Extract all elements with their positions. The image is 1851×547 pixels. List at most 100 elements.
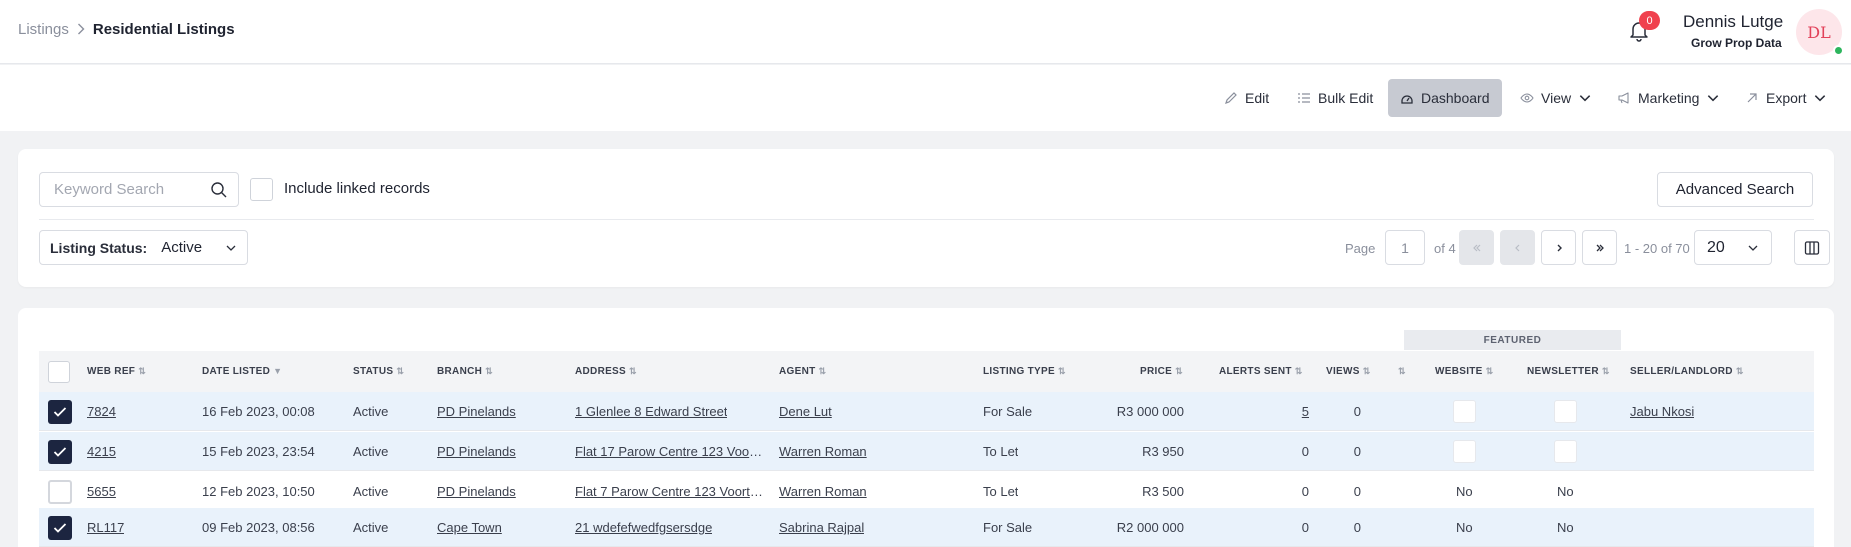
columns-toggle-button[interactable] (1794, 230, 1830, 265)
table-row[interactable]: 5655 12 Feb 2023, 10:50 Active PD Pinela… (39, 472, 1814, 511)
col-listing-type[interactable]: LISTING TYPE ⇅ (983, 366, 1066, 377)
web-ref-link[interactable]: 5655 (87, 484, 116, 499)
status: Active (353, 444, 389, 459)
keyword-search-input[interactable] (54, 173, 204, 206)
col-price[interactable]: PRICE ⇅ (1140, 366, 1183, 377)
view-dropdown[interactable]: View (1508, 79, 1604, 117)
col-status[interactable]: STATUS ⇅ (353, 366, 404, 377)
row-checkbox[interactable] (48, 480, 72, 504)
web-ref-link[interactable]: RL117 (87, 520, 124, 535)
breadcrumb: Listings Residential Listings (18, 21, 235, 38)
col-alerts-sent[interactable]: ALERTS SENT ⇅ (1219, 366, 1303, 377)
dashboard-button[interactable]: Dashboard (1388, 79, 1502, 117)
branch-link[interactable]: PD Pinelands (437, 404, 516, 419)
columns-icon (1804, 240, 1820, 255)
page-total: of 4 (1434, 241, 1456, 256)
status: Active (353, 404, 389, 419)
date-listed: 09 Feb 2023, 08:56 (202, 520, 315, 535)
user-name: Dennis Lutge (1683, 12, 1784, 31)
per-page-select[interactable]: 20 (1694, 230, 1772, 265)
col-date-listed[interactable]: DATE LISTED ▼ (202, 366, 282, 377)
row-checkbox[interactable] (48, 400, 72, 424)
advanced-search-button[interactable]: Advanced Search (1657, 172, 1813, 207)
newsletter-featured-checkbox[interactable] (1554, 440, 1577, 463)
alerts-sent: 0 (1301, 520, 1309, 535)
col-web-ref[interactable]: WEB REF ⇅ (87, 366, 146, 377)
date-listed: 15 Feb 2023, 23:54 (202, 444, 315, 459)
table-row[interactable]: 4215 15 Feb 2023, 23:54 Active PD Pinela… (39, 432, 1814, 471)
col-agent[interactable]: AGENT ⇅ (779, 366, 826, 377)
chevron-down-icon (1815, 95, 1826, 102)
export-dropdown[interactable]: Export (1733, 79, 1839, 117)
page-number-input[interactable]: 1 (1385, 230, 1425, 265)
table-row[interactable]: RL117 09 Feb 2023, 08:56 Active Cape Tow… (39, 508, 1814, 547)
alerts-sent: 0 (1301, 444, 1309, 459)
website-featured: No (1456, 484, 1473, 499)
listing-status-select[interactable]: Listing Status: Active (39, 230, 248, 265)
listing-status-value: Active (161, 239, 203, 256)
edit-button[interactable]: Edit (1212, 79, 1281, 117)
status: Active (353, 484, 389, 499)
bulk-edit-button[interactable]: Bulk Edit (1285, 79, 1385, 117)
date-listed: 12 Feb 2023, 10:50 (202, 484, 315, 499)
listing-status-label: Listing Status: (50, 239, 148, 256)
include-linked-label: Include linked records (284, 180, 430, 197)
search-icon[interactable] (210, 181, 228, 199)
chevron-right-icon (77, 22, 85, 38)
branch-link[interactable]: Cape Town (437, 520, 502, 535)
price: R2 000 000 (1116, 520, 1184, 535)
select-all-checkbox[interactable] (48, 361, 70, 383)
col-sort-extra[interactable]: ⇅ (1395, 366, 1406, 377)
branch-link[interactable]: PD Pinelands (437, 484, 516, 499)
listing-type: To Let (983, 484, 1019, 499)
website-featured-checkbox[interactable] (1453, 400, 1476, 423)
date-listed: 16 Feb 2023, 00:08 (202, 404, 315, 419)
chevron-down-icon (226, 245, 236, 251)
seller-link[interactable]: Jabu Nkosi (1630, 404, 1694, 419)
agent-link[interactable]: Warren Roman (779, 484, 867, 499)
address-link[interactable]: 21 wdefefwedfgsersdge (575, 520, 712, 535)
price: R3 500 (1142, 484, 1184, 499)
alerts-sent-link[interactable]: 5 (1259, 404, 1309, 419)
last-page-button[interactable] (1582, 230, 1617, 265)
include-linked-checkbox[interactable] (250, 178, 273, 201)
col-branch[interactable]: BRANCH ⇅ (437, 366, 493, 377)
address-link[interactable]: Flat 7 Parow Centre 123 Voortrekker Road (575, 484, 763, 499)
col-newsletter[interactable]: NEWSLETTER ⇅ (1527, 366, 1610, 377)
web-ref-link[interactable]: 7824 (87, 404, 116, 419)
row-checkbox[interactable] (48, 440, 72, 464)
col-views[interactable]: VIEWS ⇅ (1326, 366, 1371, 377)
first-page-button[interactable] (1459, 230, 1494, 265)
address-link[interactable]: 1 Glenlee 8 Edward Street (575, 404, 727, 419)
address-link[interactable]: Flat 17 Parow Centre 123 Voortrekker Roa… (575, 444, 763, 459)
pencil-icon (1225, 92, 1237, 104)
web-ref-link[interactable]: 4215 (87, 444, 116, 459)
breadcrumb-listings[interactable]: Listings (18, 21, 69, 38)
agent-link[interactable]: Warren Roman (779, 444, 867, 459)
table-row[interactable]: 7824 16 Feb 2023, 00:08 Active PD Pinela… (39, 392, 1814, 431)
next-page-button[interactable] (1541, 230, 1576, 265)
chevron-right-icon (1557, 244, 1562, 251)
page-title: Residential Listings (92, 21, 235, 38)
newsletter-featured-checkbox[interactable] (1554, 400, 1577, 423)
listing-type: For Sale (983, 404, 1033, 419)
agent-link[interactable]: Sabrina Rajpal (779, 520, 864, 535)
status: Active (353, 520, 389, 535)
prev-page-button[interactable] (1500, 230, 1535, 265)
row-checkbox[interactable] (48, 516, 72, 540)
col-seller-landlord[interactable]: SELLER/LANDLORD ⇅ (1630, 366, 1744, 377)
col-website[interactable]: WEBSITE ⇅ (1435, 366, 1494, 377)
col-address[interactable]: ADDRESS ⇅ (575, 366, 637, 377)
search-box (39, 172, 239, 207)
chevrons-right-icon (1596, 244, 1604, 251)
branch-link[interactable]: PD Pinelands (437, 444, 516, 459)
action-toolbar: Edit Bulk Edit Dashboard View Marketing … (0, 65, 1851, 131)
website-featured-checkbox[interactable] (1453, 440, 1476, 463)
record-range: 1 - 20 of 70 (1624, 241, 1690, 256)
page-label: Page (1345, 241, 1376, 256)
chevron-down-icon (1708, 95, 1719, 102)
notification-badge: 0 (1639, 11, 1660, 30)
agent-link[interactable]: Dene Lut (779, 404, 832, 419)
views: 0 (1353, 520, 1361, 535)
marketing-dropdown[interactable]: Marketing (1605, 79, 1732, 117)
